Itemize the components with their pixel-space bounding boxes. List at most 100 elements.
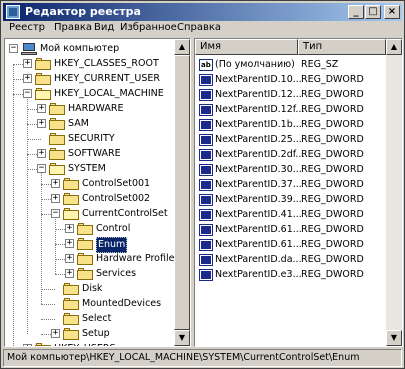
scroll-thumb[interactable] bbox=[174, 55, 190, 330]
menu-registry[interactable]: Реестр bbox=[9, 22, 45, 33]
tree-node-label: Enum bbox=[96, 237, 128, 253]
value-type: REG_DWORD bbox=[301, 224, 364, 235]
column-header-name[interactable]: Имя bbox=[195, 39, 298, 55]
value-row[interactable]: NextParentID.41... REG_DWORD bbox=[195, 208, 385, 222]
tree-node-mounteddevices[interactable]: MountedDevices bbox=[5, 297, 175, 311]
close-button[interactable]: × bbox=[384, 5, 400, 19]
value-row[interactable]: NextParentID.25... REG_DWORD bbox=[195, 133, 385, 147]
value-row[interactable]: ab (По умолчанию) REG_SZ bbox=[195, 58, 385, 72]
expand-icon[interactable]: + bbox=[23, 74, 32, 83]
folder-icon bbox=[77, 253, 93, 265]
tree-node-label: HKEY_LOCAL_MACHINE bbox=[54, 88, 164, 99]
value-row[interactable]: NextParentID.61... REG_DWORD bbox=[195, 223, 385, 237]
value-type: REG_DWORD bbox=[301, 89, 364, 100]
tree-node-services[interactable]: + Services bbox=[5, 267, 175, 281]
value-row[interactable]: NextParentID.30... REG_DWORD bbox=[195, 163, 385, 177]
value-name: NextParentID.e3... bbox=[215, 269, 302, 280]
binary-value-icon bbox=[199, 164, 213, 176]
value-row[interactable]: NextParentID.10... REG_DWORD bbox=[195, 73, 385, 87]
tree-node-currentcontrolset[interactable]: − CurrentControlSet bbox=[5, 207, 175, 221]
value-row[interactable]: NextParentID.12... REG_DWORD bbox=[195, 88, 385, 102]
expand-icon[interactable]: + bbox=[51, 194, 60, 203]
collapse-icon[interactable]: − bbox=[9, 44, 18, 53]
value-row[interactable]: NextParentID.da... REG_DWORD bbox=[195, 253, 385, 267]
expand-icon[interactable]: + bbox=[37, 149, 46, 158]
expand-icon[interactable]: + bbox=[37, 119, 46, 128]
status-bar: Мой компьютер\HKEY_LOCAL_MACHINE\SYSTEM\… bbox=[3, 349, 402, 367]
tree-node-select[interactable]: Select bbox=[5, 312, 175, 326]
tree-node-hkey-classes-root[interactable]: + HKEY_CLASSES_ROOT bbox=[5, 57, 175, 71]
menu-help[interactable]: Справка bbox=[177, 22, 221, 33]
binary-value-icon bbox=[199, 194, 213, 206]
tree-node-hkey-current-user[interactable]: + HKEY_CURRENT_USER bbox=[5, 72, 175, 86]
expand-icon[interactable]: + bbox=[23, 59, 32, 68]
tree-connector-line bbox=[27, 139, 41, 140]
binary-value-icon bbox=[199, 209, 213, 221]
collapse-icon[interactable]: − bbox=[23, 89, 32, 98]
expand-icon[interactable]: + bbox=[65, 269, 74, 278]
maximize-button[interactable]: □ bbox=[365, 5, 381, 19]
values-list-pane[interactable]: Имя Тип ab (По умолчанию) REG_SZ NextParent… bbox=[194, 38, 403, 347]
title-bar[interactable]: Редактор реестра _ □ × bbox=[3, 3, 402, 21]
value-name: NextParentID.61... bbox=[215, 224, 302, 235]
value-row[interactable]: NextParentID.39... REG_DWORD bbox=[195, 193, 385, 207]
tree-node-system[interactable]: − SYSTEM bbox=[5, 162, 175, 176]
value-name: NextParentID.2df... bbox=[215, 149, 305, 160]
arrow-up-icon: ▲ bbox=[178, 42, 186, 51]
tree-node-controlset001[interactable]: + ControlSet001 bbox=[5, 177, 175, 191]
value-row[interactable]: NextParentID.2df... REG_DWORD bbox=[195, 148, 385, 162]
expand-icon[interactable]: + bbox=[37, 104, 46, 113]
scroll-up-button[interactable]: ▲ bbox=[174, 39, 190, 55]
scroll-down-button[interactable]: ▼ bbox=[174, 330, 190, 346]
tree-vertical-scrollbar[interactable]: ▲ ▼ bbox=[174, 39, 190, 346]
binary-value-icon bbox=[199, 239, 213, 251]
value-name: NextParentID.12f... bbox=[215, 104, 305, 115]
menu-view[interactable]: Вид bbox=[94, 22, 114, 33]
list-scroll-up-button[interactable]: ▲ bbox=[386, 39, 402, 55]
value-type: REG_DWORD bbox=[301, 149, 364, 160]
list-scroll-down-button[interactable]: ▼ bbox=[386, 330, 402, 346]
expand-icon[interactable]: + bbox=[51, 179, 60, 188]
expand-icon[interactable]: + bbox=[65, 239, 74, 248]
value-name: NextParentID.1b... bbox=[215, 119, 302, 130]
tree-node-hardware-profiles[interactable]: + Hardware Profiles bbox=[5, 252, 179, 266]
tree-node-software[interactable]: + SOFTWARE bbox=[5, 147, 175, 161]
tree-node-control[interactable]: + Control bbox=[5, 222, 175, 236]
tree-node-hardware[interactable]: + HARDWARE bbox=[5, 102, 175, 116]
value-type: REG_DWORD bbox=[301, 179, 364, 190]
collapse-icon[interactable]: − bbox=[51, 209, 60, 218]
value-row[interactable]: NextParentID.37... REG_DWORD bbox=[195, 178, 385, 192]
collapse-icon[interactable]: − bbox=[37, 164, 46, 173]
value-row[interactable]: NextParentID.1b... REG_DWORD bbox=[195, 118, 385, 132]
tree-node-controlset002[interactable]: + ControlSet002 bbox=[5, 192, 175, 206]
expand-icon[interactable]: + bbox=[51, 329, 60, 338]
tree-node-hkey-local-machine[interactable]: − HKEY_LOCAL_MACHINE bbox=[5, 87, 175, 101]
tree-node-sam[interactable]: + SAM bbox=[5, 117, 175, 131]
expand-icon[interactable]: + bbox=[65, 224, 74, 233]
tree-node-disk[interactable]: Disk bbox=[5, 282, 175, 296]
value-row[interactable]: NextParentID.e3... REG_DWORD bbox=[195, 268, 385, 282]
folder-icon bbox=[63, 178, 79, 190]
tree-node-label: SECURITY bbox=[68, 133, 115, 144]
value-type: REG_DWORD bbox=[301, 164, 364, 175]
tree-node-hkey-users[interactable]: + HKEY_USERS bbox=[5, 342, 175, 346]
value-row[interactable]: NextParentID.61... REG_DWORD bbox=[195, 238, 385, 252]
tree-connector-line bbox=[41, 289, 55, 290]
window-title: Редактор реестра bbox=[25, 5, 141, 18]
tree-node-setup[interactable]: + Setup bbox=[5, 327, 175, 341]
tree-node-label: HKEY_CLASSES_ROOT bbox=[54, 58, 159, 69]
menu-favorites[interactable]: Избранное bbox=[120, 22, 177, 33]
tree-node-enum[interactable]: + Enum bbox=[5, 237, 175, 253]
column-header-type[interactable]: Тип bbox=[298, 39, 386, 55]
expand-icon[interactable]: + bbox=[23, 344, 32, 346]
list-vertical-scrollbar[interactable]: ▲ ▼ bbox=[386, 39, 402, 346]
value-type: REG_DWORD bbox=[301, 104, 364, 115]
value-row[interactable]: NextParentID.12f... REG_DWORD bbox=[195, 103, 385, 117]
expand-icon[interactable]: + bbox=[65, 254, 74, 263]
tree-node-security[interactable]: SECURITY bbox=[5, 132, 175, 146]
tree-node-мой-компьютер[interactable]: − Мой компьютер bbox=[5, 42, 175, 56]
regedit-icon bbox=[6, 5, 20, 19]
menu-edit[interactable]: Правка bbox=[54, 22, 92, 33]
key-tree-pane[interactable]: − Мой компьютер + HKEY_CLASSES_ROOT + HKEY_CU… bbox=[4, 38, 191, 347]
minimize-button[interactable]: _ bbox=[348, 5, 364, 19]
